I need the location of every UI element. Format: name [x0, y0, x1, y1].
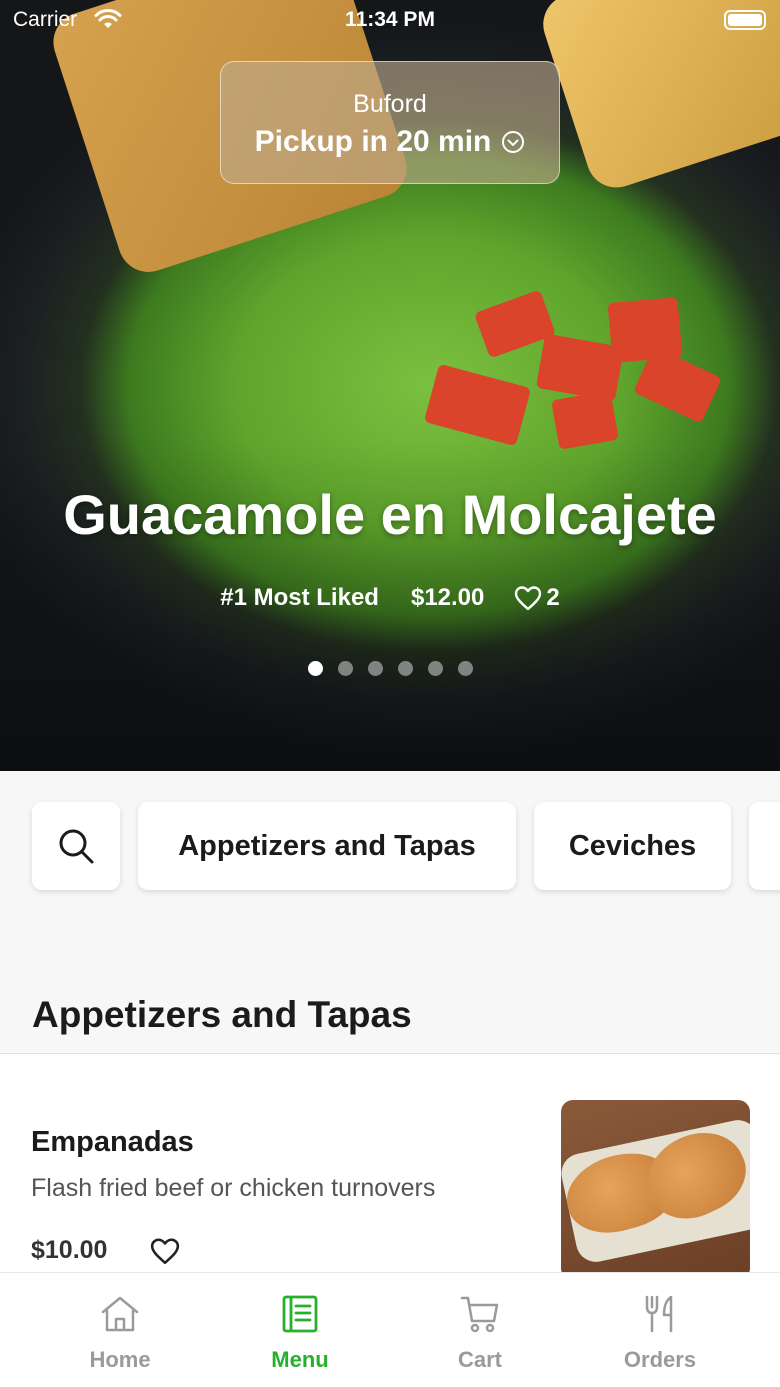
pickup-time-label: Pickup in 20 min: [254, 125, 492, 158]
featured-item-title: Guacamole en Molcajete: [63, 483, 717, 546]
tab-label: Orders: [623, 1347, 697, 1372]
featured-item-meta: #1 Most Liked $12.00 2: [0, 584, 780, 612]
tab-orders[interactable]: Orders: [570, 1273, 750, 1387]
featured-likes-count: 2: [546, 584, 560, 611]
home-icon: [101, 1296, 139, 1332]
tab-label: Menu: [271, 1347, 329, 1372]
carousel-dot[interactable]: [457, 661, 473, 676]
carousel-dot[interactable]: [367, 661, 383, 676]
pickup-time: Pickup in 20 min: [221, 125, 559, 159]
tab-home[interactable]: Home: [30, 1273, 210, 1387]
chevron-down-circle-icon: [502, 131, 525, 153]
location-city: Buford: [353, 90, 427, 118]
tab-cart[interactable]: Cart: [390, 1273, 570, 1387]
bottom-tab-bar: Home Menu Cart Orders: [0, 1272, 780, 1387]
section-title: Appetizers and Tapas: [32, 994, 412, 1035]
carousel-dot[interactable]: [397, 661, 413, 676]
search-icon: [59, 829, 94, 864]
tab-label: Home: [89, 1347, 151, 1372]
cart-icon: [460, 1296, 499, 1333]
menu-item-card[interactable]: Empanadas Flash fried beef or chicken tu…: [0, 1054, 780, 1280]
menu-item-description: Flash fried beef or chicken turnovers: [31, 1174, 436, 1202]
featured-price: $12.00: [410, 584, 485, 611]
status-bar: Carrier 11:34 PM: [0, 0, 780, 40]
menu-item-image: [561, 1100, 750, 1280]
featured-likes[interactable]: 2: [514, 584, 560, 612]
menu-item-name: Empanadas: [31, 1126, 194, 1158]
search-button[interactable]: [32, 802, 120, 890]
category-chip[interactable]: [749, 802, 780, 890]
featured-rank: #1 Most Liked: [220, 584, 379, 611]
battery-icon: [724, 10, 766, 30]
category-chip[interactable]: Ceviches: [534, 802, 731, 890]
utensils-icon: [645, 1295, 673, 1333]
menu-icon: [282, 1295, 318, 1333]
category-bar: Appetizers and Tapas Ceviches: [32, 802, 780, 890]
category-chip[interactable]: Appetizers and Tapas: [138, 802, 516, 890]
featured-hero[interactable]: Carrier 11:34 PM Buford Pickup in 20 min…: [0, 0, 780, 771]
carousel-pagination[interactable]: [0, 661, 780, 676]
carousel-dot[interactable]: [307, 661, 323, 676]
clock: 11:34 PM: [345, 8, 435, 31]
carousel-dot[interactable]: [337, 661, 353, 676]
menu-item-price: $10.00: [31, 1236, 108, 1264]
tab-label: Cart: [457, 1347, 502, 1372]
tab-menu[interactable]: Menu: [210, 1273, 390, 1387]
heart-icon[interactable]: [150, 1237, 180, 1265]
carousel-dot[interactable]: [427, 661, 443, 676]
location-picker-button[interactable]: Buford Pickup in 20 min: [220, 61, 560, 184]
heart-icon: [515, 586, 542, 611]
